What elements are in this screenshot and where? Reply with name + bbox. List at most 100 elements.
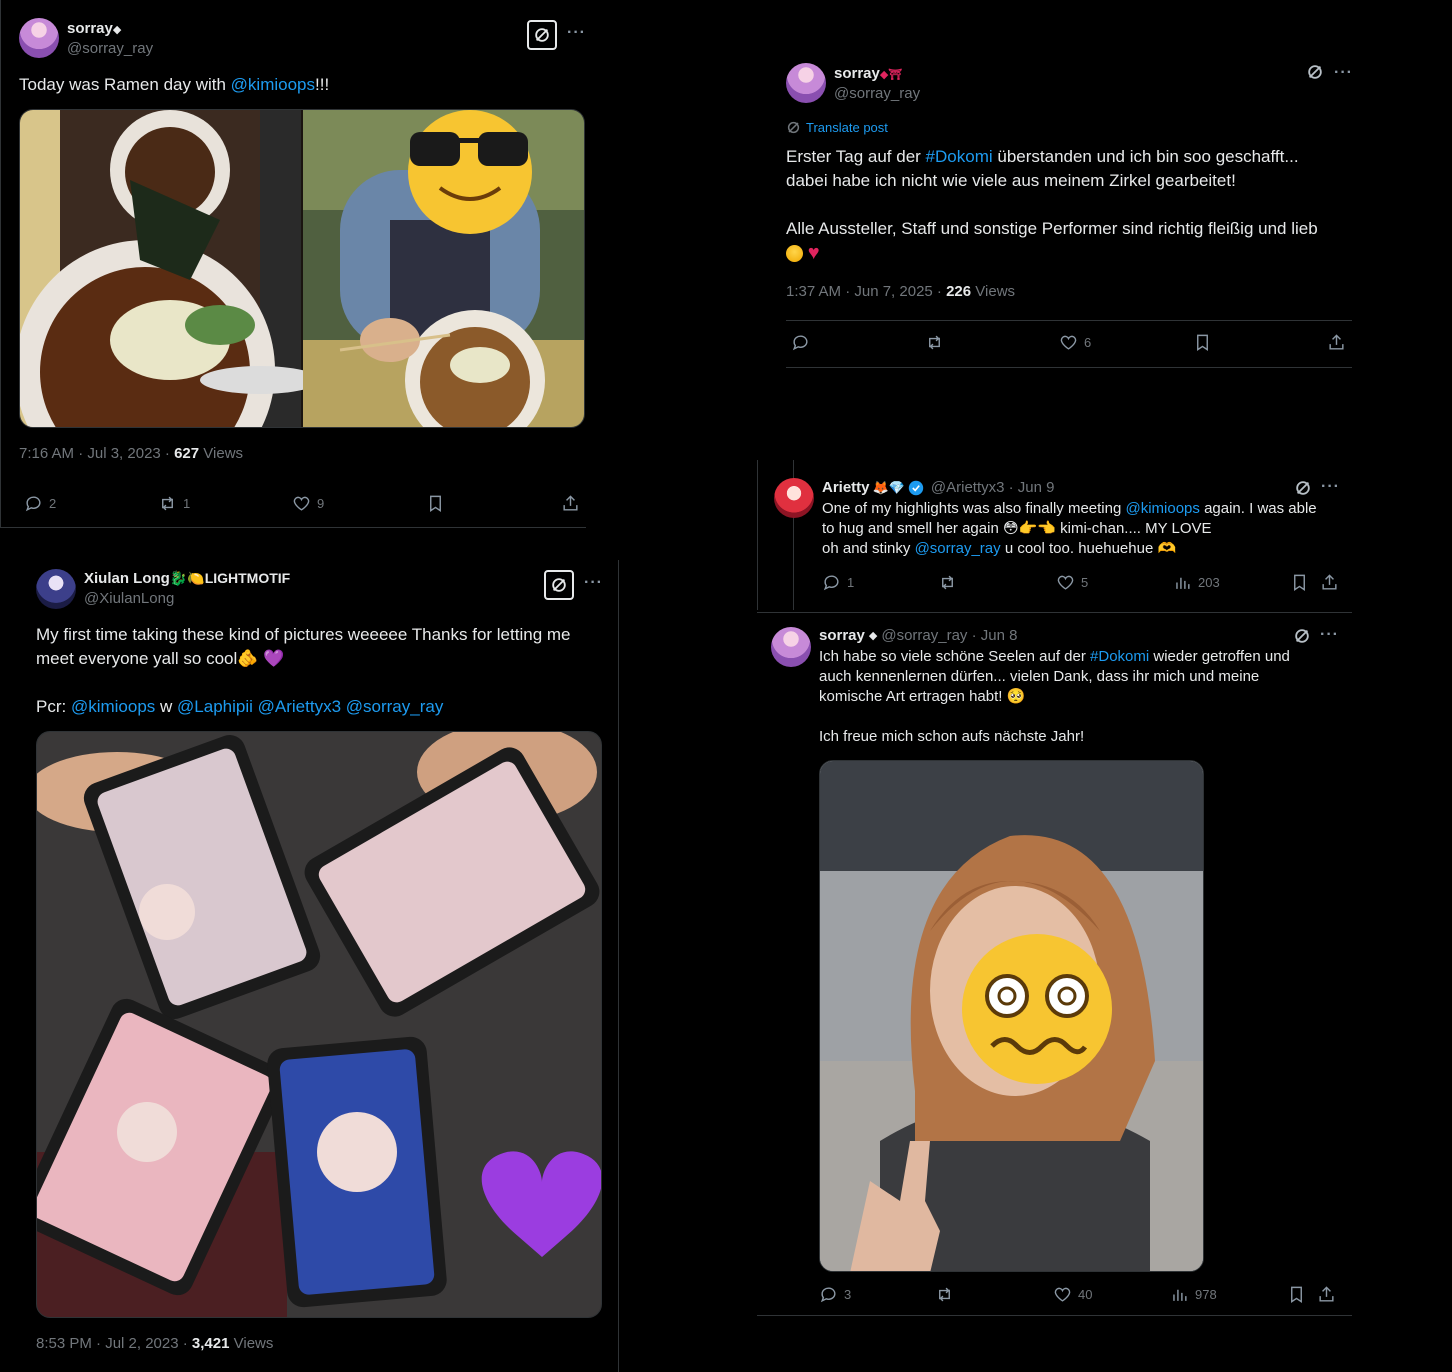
- like-count: 40: [1078, 1287, 1093, 1302]
- reply-count: 1: [847, 575, 855, 590]
- avatar[interactable]: [771, 627, 811, 667]
- heart-icon: [1060, 335, 1077, 350]
- author-handle[interactable]: @sorray_ray: [834, 85, 920, 102]
- text-part: wieder getroffen und: [1149, 648, 1290, 665]
- bookmark-button[interactable]: [1290, 573, 1309, 592]
- analytics-icon: [1173, 1289, 1187, 1301]
- text-line: Alle Aussteller, Staff und sonstige Perf…: [786, 219, 1318, 238]
- author-name-text: sorray: [834, 65, 880, 82]
- retweet-button[interactable]: 1: [158, 494, 190, 513]
- share-button[interactable]: [561, 494, 580, 513]
- name-badge: 🐉🍋LIGHTMOTIF: [169, 570, 291, 586]
- hashtag-link[interactable]: #Dokomi: [926, 147, 993, 166]
- bookmark-button[interactable]: [426, 494, 445, 513]
- bookmark-button[interactable]: [1287, 1285, 1306, 1304]
- author-name[interactable]: Arietty: [822, 479, 870, 496]
- timestamp[interactable]: 8:53 PM · Jul 2, 2023 · 3,421 Views: [36, 1335, 273, 1352]
- like-button[interactable]: 9: [292, 494, 324, 513]
- more-icon[interactable]: ···: [584, 574, 603, 592]
- author-name[interactable]: sorray: [819, 627, 865, 644]
- views-label: Views: [971, 283, 1016, 300]
- media-grid[interactable]: [19, 109, 585, 428]
- mention-link[interactable]: @Laphipii: [177, 697, 253, 716]
- like-button[interactable]: 40: [1053, 1285, 1092, 1304]
- tweet-text: One of my highlights was also finally me…: [822, 499, 1342, 559]
- timestamp[interactable]: 7:16 AM · Jul 3, 2023 · 627 Views: [19, 445, 243, 462]
- author-handle[interactable]: @XiulanLong: [84, 590, 174, 607]
- author-handle[interactable]: @sorray_ray: [67, 40, 153, 57]
- text-line: meet everyone yall so cool🫵 💜: [36, 649, 285, 668]
- reply-button[interactable]: 1: [822, 573, 854, 592]
- red-heart-emoji: ♥: [807, 242, 820, 264]
- text-line: dabei habe ich nicht wie viele aus meine…: [786, 171, 1236, 190]
- views-button[interactable]: 978: [1170, 1285, 1217, 1304]
- author-handle[interactable]: @Ariettyx3 · Jun 9: [931, 479, 1055, 496]
- reply-button[interactable]: 3: [819, 1285, 851, 1304]
- like-count: 6: [1084, 335, 1092, 350]
- avatar[interactable]: [786, 63, 826, 103]
- grok-icon[interactable]: [1306, 63, 1324, 86]
- reply-button[interactable]: [791, 333, 810, 352]
- mention-link[interactable]: @Ariettyx3: [253, 697, 341, 716]
- grok-icon[interactable]: [527, 20, 557, 50]
- retweet-button[interactable]: [925, 333, 944, 352]
- timestamp[interactable]: 1:37 AM · Jun 7, 2025 · 226 Views: [786, 283, 1015, 300]
- more-icon[interactable]: ···: [567, 24, 586, 42]
- grok-icon[interactable]: [544, 570, 574, 600]
- more-icon[interactable]: ···: [1320, 626, 1339, 644]
- views-count: 3,421: [191, 1335, 230, 1352]
- share-button[interactable]: [1317, 1285, 1336, 1304]
- mention-link[interactable]: @sorray_ray: [915, 540, 1001, 557]
- views-count: 978: [1195, 1287, 1217, 1302]
- translate-text: Translate post: [806, 120, 888, 135]
- text-line: Ich freue mich schon aufs nächste Jahr!: [819, 728, 1085, 745]
- reply-count: 3: [844, 1287, 852, 1302]
- tweet-text: Today was Ramen day with @kimioops!!!: [19, 73, 329, 97]
- views-button[interactable]: 203: [1173, 573, 1220, 592]
- text-line: Pcr: @kimioops w @Laphipii @Ariettyx3 @s…: [36, 695, 606, 719]
- mention-link[interactable]: @kimioops: [1125, 500, 1199, 517]
- like-button[interactable]: 5: [1056, 573, 1088, 592]
- retweet-button[interactable]: [938, 573, 957, 592]
- mention-link[interactable]: @kimioops: [231, 75, 315, 94]
- author-name[interactable]: sorray◆: [67, 20, 121, 37]
- hashtag-link[interactable]: #Dokomi: [1090, 648, 1149, 665]
- share-button[interactable]: [1327, 333, 1346, 352]
- share-button[interactable]: [1320, 573, 1339, 592]
- text-line: One of my highlights was also finally me…: [822, 499, 1342, 519]
- author-name[interactable]: Xiulan Long🐉🍋LIGHTMOTIF: [84, 570, 290, 587]
- bookmark-button[interactable]: [1193, 333, 1212, 352]
- media-photo[interactable]: [819, 760, 1204, 1272]
- name-badge: ◆⛩: [879, 69, 903, 81]
- views-count: 627: [174, 445, 200, 462]
- translate-link[interactable]: Translate post: [786, 120, 888, 135]
- reply-count: 2: [49, 496, 57, 511]
- reply-button[interactable]: 2: [24, 494, 56, 513]
- more-icon[interactable]: ···: [1321, 478, 1340, 496]
- mention-link[interactable]: @kimioops: [71, 697, 155, 716]
- author-name-text: sorray: [67, 20, 113, 37]
- avatar[interactable]: [774, 478, 814, 518]
- avatar[interactable]: [36, 569, 76, 609]
- pleading-face-emoji: [786, 245, 803, 262]
- avatar[interactable]: [19, 18, 59, 58]
- translate-icon: [787, 121, 800, 134]
- verified-icon: [908, 480, 924, 495]
- like-button[interactable]: 6: [1059, 333, 1091, 352]
- text-line: auch kennenlernen dürfen... vielen Dank,…: [819, 668, 1260, 685]
- text-part: !!!: [315, 75, 330, 94]
- share-icon: [563, 495, 578, 511]
- author-name[interactable]: sorray◆⛩: [834, 65, 902, 82]
- like-count: 5: [1081, 575, 1089, 590]
- text-part: Pcr:: [36, 697, 71, 716]
- author-handle[interactable]: @sorray_ray · Jun 8: [881, 627, 1017, 644]
- tweet1-bottom-border: [0, 527, 586, 528]
- retweet-button[interactable]: [935, 1285, 954, 1304]
- reply-icon: [792, 335, 808, 351]
- more-icon[interactable]: ···: [1334, 64, 1353, 82]
- share-icon: [1319, 1286, 1334, 1302]
- mention-link[interactable]: @sorray_ray: [341, 697, 444, 716]
- media-photo[interactable]: [36, 731, 602, 1318]
